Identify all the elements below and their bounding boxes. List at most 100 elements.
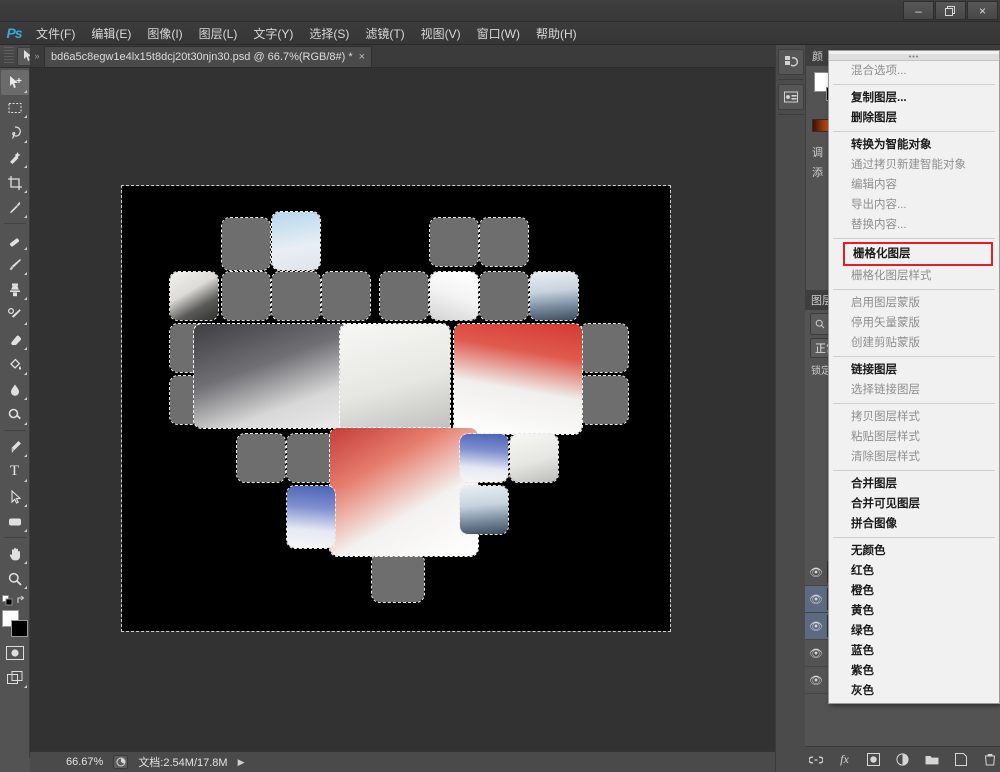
- context-menu-item[interactable]: 合并可见图层: [829, 494, 999, 514]
- collage-cell[interactable]: [510, 434, 558, 482]
- tool-type[interactable]: T: [1, 459, 29, 484]
- tool-gradient[interactable]: [1, 352, 29, 377]
- collage-cell[interactable]: [170, 272, 218, 320]
- tabbar-collapse-grip[interactable]: »: [30, 44, 44, 67]
- swap-colors-icon[interactable]: [16, 595, 27, 606]
- document-tab[interactable]: bd6a5c8egw1e4lx15t8dcj20t30njn30.psd @ 6…: [44, 46, 372, 67]
- tool-rectangular-marquee[interactable]: [1, 95, 29, 120]
- adjustment-icon[interactable]: [895, 752, 910, 767]
- menu-view[interactable]: 视图(V): [413, 22, 469, 45]
- options-bar-grip[interactable]: [4, 47, 14, 65]
- collage-cell[interactable]: [330, 428, 478, 556]
- context-menu-item[interactable]: 绿色: [829, 621, 999, 641]
- collage-cell[interactable]: [530, 272, 578, 320]
- tool-eraser[interactable]: [1, 327, 29, 352]
- artboard[interactable]: [122, 186, 670, 631]
- context-menu-item[interactable]: 链接图层: [829, 360, 999, 380]
- folder-icon[interactable]: [924, 752, 939, 767]
- tool-spot-healing-brush[interactable]: [1, 227, 29, 252]
- context-menu-item[interactable]: 导出内容...: [829, 195, 999, 215]
- status-menu-arrow[interactable]: ▶: [238, 757, 245, 768]
- context-menu-item[interactable]: 删除图层: [829, 108, 999, 128]
- tool-quick-mask[interactable]: [1, 640, 29, 665]
- context-menu-item[interactable]: 拷贝图层样式: [829, 407, 999, 427]
- collage-cell[interactable]: [287, 486, 335, 548]
- context-menu-item[interactable]: 红色: [829, 561, 999, 581]
- layer-context-menu[interactable]: ••• 混合选项...复制图层...删除图层转换为智能对象通过拷贝新建智能对象编…: [828, 50, 1000, 704]
- tool-history-brush[interactable]: [1, 302, 29, 327]
- menu-type[interactable]: 文字(Y): [245, 22, 301, 45]
- collage-cell[interactable]: [480, 272, 528, 320]
- tool-lasso[interactable]: [1, 120, 29, 145]
- collage-cell[interactable]: [430, 272, 478, 320]
- context-menu-item[interactable]: 替换内容...: [829, 215, 999, 235]
- tool-brush[interactable]: [1, 252, 29, 277]
- context-menu-item[interactable]: 紫色: [829, 661, 999, 681]
- context-menu-item[interactable]: 橙色: [829, 581, 999, 601]
- fx-icon[interactable]: fx: [837, 752, 852, 767]
- properties-panel-icon[interactable]: [778, 84, 804, 110]
- context-menu-item[interactable]: 栅格化图层样式: [829, 266, 999, 286]
- tool-dodge[interactable]: [1, 402, 29, 427]
- collage-cell[interactable]: [460, 486, 508, 534]
- tool-move[interactable]: [1, 70, 29, 95]
- context-menu-grip[interactable]: •••: [829, 54, 999, 61]
- context-menu-item[interactable]: 创建剪贴蒙版: [829, 333, 999, 353]
- status-preview-icon[interactable]: [113, 755, 128, 769]
- collage-cell[interactable]: [580, 324, 628, 372]
- context-menu-item[interactable]: 转换为智能对象: [829, 135, 999, 155]
- tool-zoom[interactable]: [1, 566, 29, 591]
- zoom-level[interactable]: 66.67%: [66, 756, 103, 768]
- tool-eyedropper[interactable]: [1, 195, 29, 220]
- trash-icon[interactable]: [982, 752, 997, 767]
- context-menu-item[interactable]: 黄色: [829, 601, 999, 621]
- tool-clone-stamp[interactable]: [1, 277, 29, 302]
- collage-cell[interactable]: [580, 376, 628, 424]
- collage-cell[interactable]: [454, 324, 582, 434]
- collage-cell[interactable]: [272, 212, 320, 270]
- tool-hand[interactable]: [1, 541, 29, 566]
- collage-cell[interactable]: [380, 272, 428, 320]
- collage-cell[interactable]: [287, 434, 335, 482]
- collage-cell[interactable]: [222, 218, 270, 270]
- menu-layer[interactable]: 图层(L): [191, 22, 246, 45]
- context-menu-item[interactable]: 粘贴图层样式: [829, 427, 999, 447]
- collage-cell[interactable]: [372, 554, 424, 602]
- menu-edit[interactable]: 编辑(E): [83, 22, 139, 45]
- layer-visibility-icon[interactable]: 👁: [805, 566, 827, 579]
- context-menu-item[interactable]: 蓝色: [829, 641, 999, 661]
- menu-window[interactable]: 窗口(W): [469, 22, 528, 45]
- menu-help[interactable]: 帮助(H): [528, 22, 585, 45]
- background-color-swatch[interactable]: [11, 620, 28, 637]
- canvas-area[interactable]: [30, 68, 775, 751]
- collage-cell[interactable]: [222, 272, 270, 320]
- tool-path-selection[interactable]: [1, 484, 29, 509]
- context-menu-item[interactable]: 通过拷贝新建智能对象: [829, 155, 999, 175]
- tool-rectangle-shape[interactable]: [1, 509, 29, 534]
- color-swatches[interactable]: [1, 610, 29, 638]
- tool-crop[interactable]: [1, 170, 29, 195]
- context-menu-item[interactable]: 清除图层样式: [829, 447, 999, 467]
- close-button[interactable]: ×: [967, 1, 998, 20]
- collage-cell[interactable]: [322, 272, 370, 320]
- context-menu-item[interactable]: 混合选项...: [829, 61, 999, 81]
- context-menu-item[interactable]: 选择链接图层: [829, 380, 999, 400]
- menu-filter[interactable]: 滤镜(T): [357, 22, 412, 45]
- collage-cell[interactable]: [430, 218, 478, 266]
- layer-visibility-icon[interactable]: 👁: [805, 674, 827, 687]
- context-menu-item[interactable]: 无颜色: [829, 541, 999, 561]
- minimize-button[interactable]: –: [903, 1, 934, 20]
- menu-select[interactable]: 选择(S): [301, 22, 357, 45]
- collage-cell[interactable]: [237, 434, 285, 482]
- menu-file[interactable]: 文件(F): [28, 22, 83, 45]
- context-menu-item[interactable]: 灰色: [829, 681, 999, 701]
- context-menu-item[interactable]: 栅格化图层: [843, 242, 993, 266]
- tool-blur[interactable]: [1, 377, 29, 402]
- layer-visibility-icon[interactable]: 👁: [805, 593, 827, 606]
- tool-pen[interactable]: [1, 434, 29, 459]
- layer-visibility-icon[interactable]: 👁: [805, 620, 827, 633]
- context-menu-item[interactable]: 复制图层...: [829, 88, 999, 108]
- collage-cell[interactable]: [460, 434, 508, 482]
- context-menu-item[interactable]: 合并图层: [829, 474, 999, 494]
- collage-cell[interactable]: [340, 324, 450, 434]
